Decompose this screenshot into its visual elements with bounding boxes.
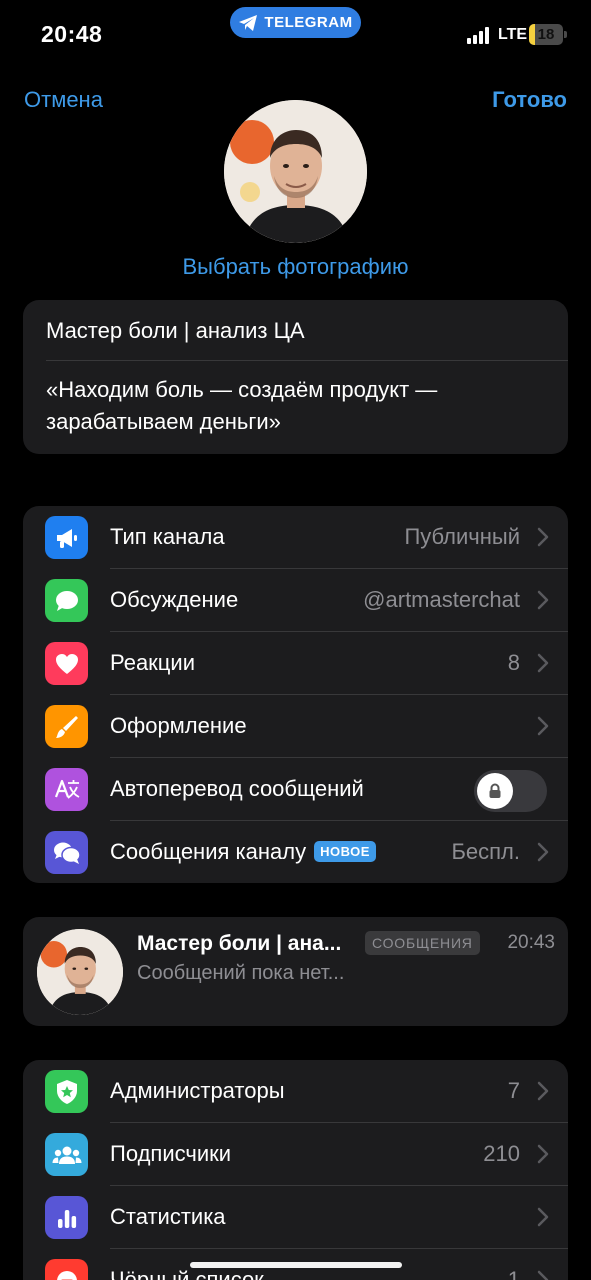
new-badge: НОВОЕ	[314, 841, 376, 862]
block-icon	[45, 1259, 88, 1280]
telegram-pill[interactable]: TELEGRAM	[230, 7, 361, 38]
telegram-plane-icon	[239, 14, 258, 31]
settings-row-appearance[interactable]: Оформление	[23, 695, 568, 758]
channel-settings-group: Тип канала Публичный Обсуждение @artmast…	[23, 506, 568, 883]
chevron-right-icon	[537, 653, 549, 673]
settings-row-value: @artmasterchat	[363, 587, 520, 612]
signal-icon	[467, 26, 489, 44]
home-indicator[interactable]	[190, 1262, 402, 1268]
chat-bubbles-icon	[45, 831, 88, 874]
person-photo-icon	[224, 100, 367, 243]
admin-row-administrators[interactable]: Администраторы 7	[23, 1060, 568, 1123]
chevron-right-icon	[537, 1081, 549, 1101]
settings-row-label: Сообщения каналу НОВОЕ	[110, 839, 376, 865]
battery-level: 18	[537, 26, 555, 43]
settings-row-label: Чёрный список	[110, 1267, 264, 1280]
channel-preview-card[interactable]: Мастер боли | ана... СООБЩЕНИЯ 20:43 Соо…	[23, 917, 568, 1026]
battery-icon: 18	[529, 24, 563, 45]
lock-icon	[489, 783, 501, 798]
heart-icon	[45, 642, 88, 685]
bar-chart-icon	[45, 1196, 88, 1239]
admin-row-subscribers[interactable]: Подписчики 210	[23, 1123, 568, 1186]
settings-row-value: 1	[507, 1267, 520, 1280]
preview-title: Мастер боли | ана...	[137, 932, 342, 955]
chevron-right-icon	[537, 527, 549, 547]
settings-row-value: Публичный	[404, 524, 520, 549]
network-type: LTE	[498, 26, 528, 43]
done-button[interactable]: Готово	[492, 87, 567, 113]
settings-row-label: Оформление	[110, 713, 247, 738]
settings-row-discussion[interactable]: Обсуждение @artmasterchat	[23, 569, 568, 632]
chevron-right-icon	[537, 1270, 549, 1280]
settings-row-label: Автоперевод сообщений	[110, 776, 364, 801]
shield-star-icon	[45, 1070, 88, 1113]
battery-tip	[564, 31, 567, 38]
settings-row-channel-type[interactable]: Тип канала Публичный	[23, 506, 568, 569]
cancel-button[interactable]: Отмена	[24, 87, 103, 113]
chevron-right-icon	[537, 1144, 549, 1164]
megaphone-icon	[45, 516, 88, 559]
settings-row-value: 210	[483, 1141, 520, 1166]
chevron-right-icon	[537, 1207, 549, 1227]
telegram-pill-label: TELEGRAM	[264, 14, 353, 31]
channel-description-field[interactable]: «Находим боль — создаём продукт — зараба…	[46, 374, 546, 438]
autotranslate-toggle[interactable]	[474, 770, 547, 812]
settings-row-autotranslate[interactable]: Автоперевод сообщений	[23, 758, 568, 821]
settings-row-label: Обсуждение	[110, 587, 239, 612]
preview-time: 20:43	[507, 932, 555, 953]
settings-row-value: 7	[507, 1078, 520, 1103]
settings-row-label: Тип канала	[110, 524, 225, 549]
choose-photo-button[interactable]: Выбрать фотографию	[0, 254, 591, 280]
settings-row-label: Подписчики	[110, 1141, 232, 1166]
chat-bubble-icon	[45, 579, 88, 622]
settings-row-value: Беспл.	[451, 839, 520, 864]
status-time: 20:48	[41, 21, 103, 47]
divider	[46, 360, 568, 361]
preview-avatar	[37, 929, 123, 1015]
channel-title-field[interactable]: Мастер боли | анализ ЦА	[46, 318, 305, 344]
admin-row-statistics[interactable]: Статистика	[23, 1186, 568, 1249]
settings-row-channel-messages[interactable]: Сообщения каналу НОВОЕ Беспл.	[23, 821, 568, 883]
status-bar: 20:48 TELEGRAM LTE 18	[0, 0, 591, 70]
person-photo-icon	[37, 929, 123, 1015]
toggle-knob	[477, 773, 513, 809]
settings-row-label-text: Сообщения каналу	[110, 839, 307, 864]
brush-icon	[45, 705, 88, 748]
channel-admin-group: Администраторы 7 Подписчики 210 Статисти…	[23, 1060, 568, 1280]
chevron-right-icon	[537, 590, 549, 610]
preview-text: Сообщений пока нет...	[137, 962, 345, 984]
translate-icon	[45, 768, 88, 811]
people-icon	[45, 1133, 88, 1176]
settings-row-reactions[interactable]: Реакции 8	[23, 632, 568, 695]
channel-info-group: Мастер боли | анализ ЦА «Находим боль — …	[23, 300, 568, 454]
settings-row-label: Реакции	[110, 650, 195, 675]
channel-avatar[interactable]	[224, 100, 367, 243]
settings-row-value: 8	[507, 650, 520, 675]
preview-tag: СООБЩЕНИЯ	[365, 931, 480, 955]
settings-row-label: Статистика	[110, 1204, 226, 1229]
chevron-right-icon	[537, 842, 549, 862]
settings-row-label: Администраторы	[110, 1078, 285, 1103]
chevron-right-icon	[537, 716, 549, 736]
